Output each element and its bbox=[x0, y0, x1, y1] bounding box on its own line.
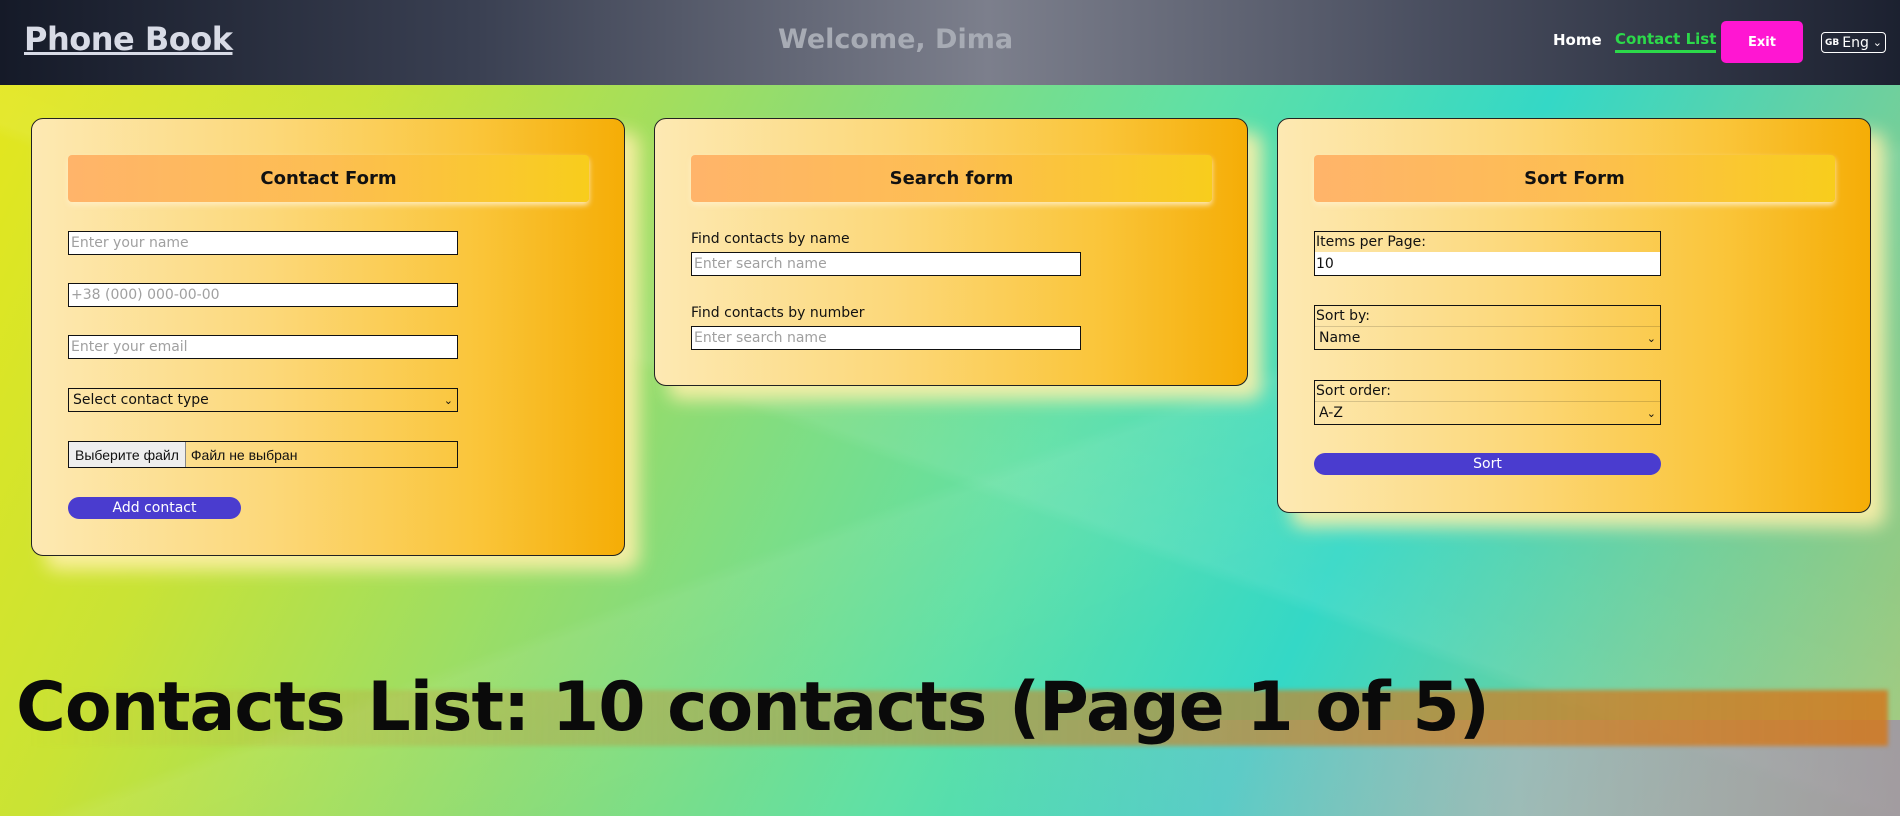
brand-logo-link[interactable]: Phone Book bbox=[24, 20, 233, 58]
sort-order-label: Sort order: bbox=[1316, 383, 1391, 399]
contacts-list-title: Contacts List: 10 contacts (Page 1 of 5) bbox=[16, 668, 1490, 747]
language-select[interactable]: GB Eng ⌄ bbox=[1821, 32, 1886, 53]
search-by-number-input[interactable]: Enter search name bbox=[691, 326, 1081, 350]
sort-order-group: Sort order: A-Z ⌄ bbox=[1314, 380, 1661, 425]
search-by-name-input[interactable]: Enter search name bbox=[691, 252, 1081, 276]
welcome-message: Welcome, Dima bbox=[778, 24, 1014, 55]
contact-form-title: Contact Form bbox=[68, 155, 589, 202]
nav-contact-list-link[interactable]: Contact List bbox=[1615, 30, 1717, 53]
chevron-down-icon: ⌄ bbox=[1872, 36, 1882, 49]
chevron-down-icon: ⌄ bbox=[443, 393, 453, 407]
search-form-title: Search form bbox=[691, 155, 1212, 202]
sort-by-select[interactable]: Name ⌄ bbox=[1315, 326, 1660, 349]
contact-type-select[interactable]: Select contact type ⌄ bbox=[68, 388, 458, 412]
sort-by-value: Name bbox=[1319, 330, 1361, 346]
nav-home-link[interactable]: Home bbox=[1553, 31, 1602, 49]
items-per-page-input[interactable]: 10 bbox=[1315, 252, 1660, 275]
file-status-text: Файл не выбран bbox=[190, 446, 298, 463]
file-upload-field: Выберите файл Файл не выбран bbox=[68, 441, 458, 468]
chevron-down-icon: ⌄ bbox=[1646, 406, 1656, 420]
choose-file-button[interactable]: Выберите файл bbox=[69, 442, 186, 467]
contact-type-value: Select contact type bbox=[73, 392, 209, 408]
sort-form-title: Sort Form bbox=[1314, 155, 1835, 202]
search-by-name-label: Find contacts by name bbox=[691, 231, 850, 247]
phone-input[interactable]: +38 (000) 000-00-00 bbox=[68, 283, 458, 307]
sort-by-group: Sort by: Name ⌄ bbox=[1314, 305, 1661, 350]
add-contact-button[interactable]: Add contact bbox=[68, 497, 241, 519]
sort-by-label: Sort by: bbox=[1316, 308, 1371, 324]
items-per-page-label: Items per Page: bbox=[1316, 234, 1426, 250]
language-label: Eng bbox=[1842, 34, 1869, 51]
items-per-page-group: Items per Page: 10 bbox=[1314, 231, 1661, 276]
search-by-number-label: Find contacts by number bbox=[691, 305, 865, 321]
chevron-down-icon: ⌄ bbox=[1646, 331, 1656, 345]
search-form-card: Search form Find contacts by name Enter … bbox=[654, 118, 1248, 386]
sort-order-value: A-Z bbox=[1319, 405, 1343, 421]
sort-order-select[interactable]: A-Z ⌄ bbox=[1315, 401, 1660, 424]
sort-form-card: Sort Form Items per Page: 10 Sort by: Na… bbox=[1277, 118, 1871, 513]
top-navbar: Phone Book Welcome, Dima Home Contact Li… bbox=[0, 0, 1900, 85]
email-input[interactable]: Enter your email bbox=[68, 335, 458, 359]
name-input[interactable]: Enter your name bbox=[68, 231, 458, 255]
contact-form-card: Contact Form Enter your name +38 (000) 0… bbox=[31, 118, 625, 556]
flag-icon: GB bbox=[1825, 37, 1840, 48]
exit-button[interactable]: Exit bbox=[1721, 21, 1803, 63]
sort-button[interactable]: Sort bbox=[1314, 453, 1661, 475]
